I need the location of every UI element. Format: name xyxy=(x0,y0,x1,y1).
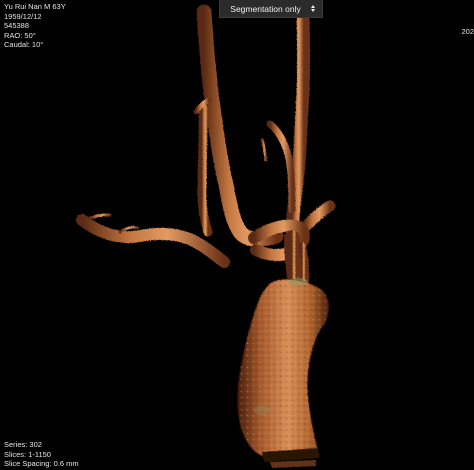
vessel-left-tall xyxy=(196,4,284,247)
slice-range: Slices: 1-1150 xyxy=(4,449,51,459)
vessel-fragment xyxy=(260,138,268,162)
vessel-trunk-right xyxy=(298,242,310,286)
view-mode-dropdown[interactable]: Segmentation only xyxy=(219,0,323,18)
series-number: Series: 302 xyxy=(4,440,42,449)
vessel-trunk xyxy=(284,230,304,290)
corner-info-top-right: 202 xyxy=(461,27,474,36)
series-info-overlay: Series: 302 Slices: 1-1150 Slice Spacing… xyxy=(4,440,79,469)
chevron-up-down-icon xyxy=(307,5,319,12)
patient-info-overlay: Yu Rui Nan M 63Y 1959/12/12 545388 RAO: … xyxy=(4,2,66,50)
view-angle-caudal: Caudal: 10° xyxy=(4,40,44,49)
slice-spacing: Slice Spacing: 0.6 mm xyxy=(4,459,79,468)
vessel-small-right-branch xyxy=(266,120,296,214)
patient-name: Yu Rui Nan M 63Y xyxy=(4,2,66,11)
patient-id: 545388 xyxy=(4,21,30,30)
vessel-right-short-branch xyxy=(298,200,336,234)
view-angle-rao: RAO: 50° xyxy=(4,30,36,40)
vessel-left-thin xyxy=(88,213,112,220)
vessel-middle xyxy=(197,103,213,237)
patient-dob: 1959/12/12 xyxy=(4,11,42,21)
view-mode-selected: Segmentation only xyxy=(230,3,301,14)
vessel-3d-rendering[interactable] xyxy=(0,0,474,470)
ct-3d-viewport[interactable]: Yu Rui Nan M 63Y 1959/12/12 545388 RAO: … xyxy=(0,0,474,470)
